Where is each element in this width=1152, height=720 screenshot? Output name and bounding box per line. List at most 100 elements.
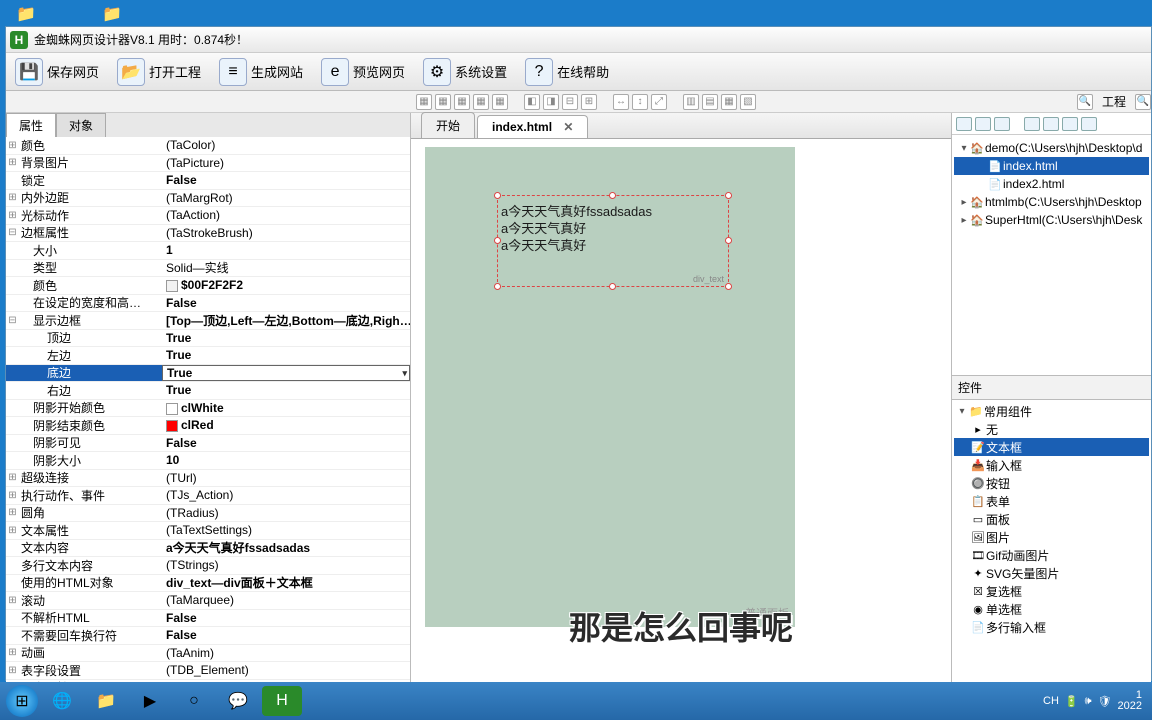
property-value[interactable]: False [162, 173, 410, 187]
property-value[interactable]: (TaMarquee) [162, 593, 410, 607]
property-value[interactable]: (TDB_Element) [162, 663, 410, 677]
control-item[interactable]: 🔘按钮 [954, 474, 1149, 492]
tree-arrow-icon[interactable]: ▸ [958, 215, 970, 226]
tab-index-html[interactable]: index.html ✕ [477, 115, 588, 138]
property-value[interactable]: clRed [162, 418, 410, 432]
property-row[interactable]: 阴影可见False [6, 435, 410, 453]
property-value[interactable]: True [162, 383, 410, 397]
property-value[interactable]: (TaColor) [162, 138, 410, 152]
tab-start[interactable]: 开始 [421, 112, 475, 138]
resize-handle[interactable] [725, 192, 732, 199]
tray-icon[interactable]: 🔋 [1065, 695, 1079, 708]
toolbar-button[interactable]: ?在线帮助 [517, 55, 617, 89]
tree-toggle[interactable]: ⊞ [6, 472, 19, 483]
taskbar[interactable]: ⊞ 🌐 📁 ▶ ○ 💬 H CH 🔋 🕪 🛡 1 2022 [0, 682, 1152, 720]
property-value[interactable]: 10 [162, 453, 410, 467]
property-row[interactable]: ⊞圆角(TRadius) [6, 505, 410, 523]
property-row[interactable]: 在设定的宽度和高…False [6, 295, 410, 313]
tree-toggle[interactable]: ⊞ [6, 595, 19, 606]
control-item[interactable]: 📥输入框 [954, 456, 1149, 474]
property-value[interactable]: (TRadius) [162, 506, 410, 520]
property-value[interactable]: clWhite [162, 401, 410, 415]
tree-toggle[interactable]: ⊟ [6, 315, 19, 326]
tool-icon[interactable]: ↔ [613, 94, 629, 110]
property-value[interactable]: False [162, 628, 410, 642]
tree-toggle[interactable]: ⊞ [6, 490, 19, 501]
property-value[interactable]: Solid—实线 [162, 259, 410, 276]
proj-icon[interactable] [994, 117, 1010, 131]
control-item[interactable]: ◉单选框 [954, 600, 1149, 618]
property-value[interactable]: True [162, 348, 410, 362]
tool-icon[interactable]: ▦ [721, 94, 737, 110]
ime-indicator[interactable]: CH [1043, 695, 1059, 707]
property-value[interactable]: (TStrings) [162, 558, 410, 572]
tree-toggle[interactable]: ⊞ [6, 507, 19, 518]
control-item[interactable]: ▸无 [954, 420, 1149, 438]
tool-icon[interactable]: ▧ [740, 94, 756, 110]
property-row[interactable]: ⊞背景图片(TaPicture) [6, 155, 410, 173]
property-row[interactable]: 不解析HTMLFalse [6, 610, 410, 628]
controls-tree[interactable]: ▾📁常用组件▸无📝文本框📥输入框🔘按钮📋表单▭面板🖼图片🎞Gif动画图片✦SVG… [952, 400, 1151, 709]
tree-item[interactable]: ▸🏠htmlmb(C:\Users\hjh\Desktop [954, 193, 1149, 211]
property-row[interactable]: 类型Solid—实线 [6, 260, 410, 278]
property-value[interactable]: False [162, 296, 410, 310]
tool-icon[interactable]: ▤ [702, 94, 718, 110]
property-row[interactable]: ⊞文本属性(TaTextSettings) [6, 522, 410, 540]
toolbar-button[interactable]: ⚙系统设置 [415, 55, 515, 89]
control-item[interactable]: 📋表单 [954, 492, 1149, 510]
tool-icon[interactable]: ▦ [416, 94, 432, 110]
tool-icon[interactable]: ⊟ [562, 94, 578, 110]
tab-properties[interactable]: 属性 [6, 113, 56, 137]
resize-handle[interactable] [725, 237, 732, 244]
toolbar-button[interactable]: ≡生成网站 [211, 55, 311, 89]
property-value[interactable]: div_text—div面板＋文本框 [162, 574, 410, 591]
tree-toggle[interactable]: ⊞ [6, 647, 19, 658]
tab-objects[interactable]: 对象 [56, 113, 106, 137]
property-value[interactable]: (TaTextSettings) [162, 523, 410, 537]
proj-icon[interactable] [1043, 117, 1059, 131]
task-chrome[interactable]: ○ [174, 686, 214, 716]
tree-toggle[interactable]: ⊞ [6, 157, 19, 168]
property-row[interactable]: 右边True [6, 382, 410, 400]
toolbar-button[interactable]: e预览网页 [313, 55, 413, 89]
property-row[interactable]: 阴影结束颜色clRed [6, 417, 410, 435]
control-item[interactable]: ▭面板 [954, 510, 1149, 528]
tree-toggle[interactable]: ⊞ [6, 665, 19, 676]
property-value[interactable]: True [162, 331, 410, 345]
property-value[interactable]: (TaAction) [162, 208, 410, 222]
property-row[interactable]: 颜色$00F2F2F2 [6, 277, 410, 295]
property-row[interactable]: 顶边True [6, 330, 410, 348]
property-row[interactable]: 阴影大小10 [6, 452, 410, 470]
property-row[interactable]: 文本内容a今天天气真好fssadsadas [6, 540, 410, 558]
proj-icon[interactable] [1062, 117, 1078, 131]
property-row[interactable]: 使用的HTML对象div_text—div面板＋文本框 [6, 575, 410, 593]
tray-icon[interactable]: 🛡 [1098, 695, 1112, 708]
tool-icon[interactable]: ⤢ [651, 94, 667, 110]
tool-icon[interactable]: ▦ [454, 94, 470, 110]
property-row[interactable]: 底边True▾ [6, 365, 410, 383]
tree-arrow-icon[interactable]: ▸ [958, 197, 970, 208]
property-value[interactable]: (TaMargRot) [162, 191, 410, 205]
property-value[interactable]: (TaPicture) [162, 156, 410, 170]
property-row[interactable]: 阴影开始颜色clWhite [6, 400, 410, 418]
titlebar[interactable]: H 金蜘蛛网页设计器V8.1 用时：0.874秒！ [6, 27, 1151, 53]
property-value[interactable]: (TaAnim) [162, 646, 410, 660]
property-row[interactable]: ⊞超级连接(TUrl) [6, 470, 410, 488]
proj-icon[interactable] [975, 117, 991, 131]
resize-handle[interactable] [494, 283, 501, 290]
property-value[interactable]: (TUrl) [162, 471, 410, 485]
property-row[interactable]: ⊞执行动作、事件(TJs_Action) [6, 487, 410, 505]
tree-toggle[interactable]: ⊞ [6, 140, 19, 151]
tool-icon[interactable]: ▥ [683, 94, 699, 110]
tool-icon[interactable]: ⊞ [581, 94, 597, 110]
control-item[interactable]: 📄多行输入框 [954, 618, 1149, 636]
tool-icon[interactable]: ↕ [632, 94, 648, 110]
start-button[interactable]: ⊞ [6, 685, 38, 717]
property-row[interactable]: 大小1 [6, 242, 410, 260]
property-grid[interactable]: ⊞颜色(TaColor)⊞背景图片(TaPicture)锁定False⊞内外边距… [6, 137, 410, 709]
task-media[interactable]: ▶ [130, 686, 170, 716]
toolbar-button[interactable]: 📂打开工程 [109, 55, 209, 89]
tree-arrow-icon[interactable]: ▾ [956, 406, 968, 417]
toolbar-button[interactable]: 💾保存网页 [7, 55, 107, 89]
search-icon[interactable]: 🔍 [1135, 94, 1151, 110]
